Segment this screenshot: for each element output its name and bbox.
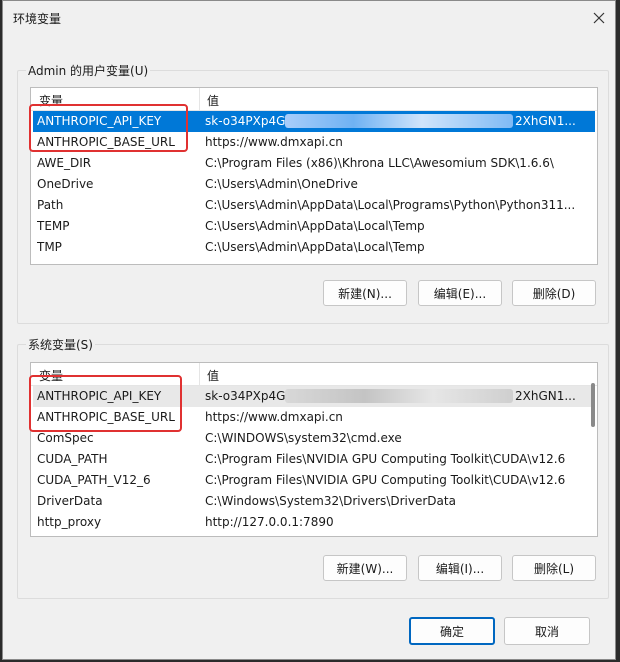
close-icon — [593, 12, 605, 24]
variable-name-cell: OneDrive — [37, 177, 94, 191]
variable-name-cell: CUDA_PATH — [37, 452, 108, 466]
user-new-button[interactable]: 新建(N)... — [323, 280, 407, 306]
variable-value-cell: C:\Users\Admin\AppData\Local\Programs\Py… — [205, 198, 575, 212]
variable-value-cell: C:\Program Files (x86)\Khrona LLC\Awesom… — [205, 156, 554, 170]
system-variables-group: 系统变量(S) 变量 值 ANTHROPIC_API_KEY sk-o34PXp4… — [17, 336, 609, 599]
variable-name-cell: ANTHROPIC_BASE_URL — [37, 135, 175, 149]
variable-value-cell: C:\Users\Admin\OneDrive — [205, 177, 358, 191]
column-divider — [199, 363, 200, 386]
table-row[interactable]: CUDA_PATH_V12_6 C:\Program Files\NVIDIA G… — [31, 470, 597, 491]
table-row[interactable]: TEMP C:\Users\Admin\AppData\Local\Temp — [31, 216, 597, 237]
variable-name-cell: http_proxy — [37, 515, 102, 529]
variable-value-cell: C:\Program Files\NVIDIA GPU Computing To… — [205, 452, 566, 466]
table-row[interactable]: ANTHROPIC_API_KEY sk-o34PXp4G 2XhGN1... — [31, 111, 597, 132]
table-row[interactable]: http_proxy http://127.0.0.1:7890 — [31, 512, 597, 533]
variable-name-cell: ComSpec — [37, 431, 94, 445]
system-edit-button[interactable]: 编辑(I)... — [418, 555, 502, 581]
variable-name-cell: ANTHROPIC_BASE_URL — [37, 410, 175, 424]
table-row[interactable]: Path C:\Users\Admin\AppData\Local\Program… — [31, 195, 597, 216]
variable-value-suffix: 2XhGN1... — [515, 389, 576, 403]
redacted-value-blur — [285, 389, 513, 403]
variable-value-cell: https://www.dmxapi.cn — [205, 410, 343, 424]
variable-value-cell: C:\Users\Admin\AppData\Local\Temp — [205, 240, 425, 254]
table-row[interactable]: ANTHROPIC_BASE_URL https://www.dmxapi.cn — [31, 407, 597, 428]
variable-value-cell: C:\Program Files\NVIDIA GPU Computing To… — [205, 473, 566, 487]
vertical-scrollbar[interactable] — [591, 383, 595, 427]
cancel-button[interactable]: 取消 — [504, 617, 590, 645]
user-edit-button[interactable]: 编辑(E)... — [418, 280, 502, 306]
system-new-button[interactable]: 新建(W)... — [323, 555, 407, 581]
table-row[interactable]: OneDrive C:\Users\Admin\OneDrive — [31, 174, 597, 195]
variable-name-cell: TEMP — [37, 219, 70, 233]
system-variables-legend: 系统变量(S) — [26, 336, 95, 353]
variable-name-cell: AWE_DIR — [37, 156, 92, 170]
column-variable[interactable]: 变量 — [39, 367, 63, 384]
column-value[interactable]: 值 — [207, 92, 219, 109]
column-divider — [199, 88, 200, 111]
table-row[interactable]: DriverData C:\Windows\System32\Drivers\Dr… — [31, 491, 597, 512]
system-variables-list[interactable]: 变量 值 ANTHROPIC_API_KEY sk-o34PXp4G 2XhGN1.… — [30, 362, 598, 537]
variable-value-cell: C:\Users\Admin\AppData\Local\Temp — [205, 219, 425, 233]
table-row[interactable]: ComSpec C:\WINDOWS\system32\cmd.exe — [31, 428, 597, 449]
list-header: 变量 值 — [31, 363, 597, 386]
variable-value-cell: C:\WINDOWS\system32\cmd.exe — [205, 431, 402, 445]
environment-variables-dialog: 环境变量 Admin 的用户变量(U) 变量 值 ANTHROPIC_API_K… — [2, 0, 616, 660]
table-row[interactable]: ANTHROPIC_BASE_URL https://www.dmxapi.cn — [31, 132, 597, 153]
table-row[interactable]: AWE_DIR C:\Program Files (x86)\Khrona LLC… — [31, 153, 597, 174]
user-variables-legend: Admin 的用户变量(U) — [26, 62, 151, 79]
variable-name-cell: DriverData — [37, 494, 103, 508]
variable-value-suffix: 2XhGN1... — [515, 114, 576, 128]
table-row[interactable]: CUDA_PATH C:\Program Files\NVIDIA GPU Com… — [31, 449, 597, 470]
table-row[interactable]: ANTHROPIC_API_KEY sk-o34PXp4G 2XhGN1... — [31, 386, 597, 407]
table-row[interactable]: TMP C:\Users\Admin\AppData\Local\Temp — [31, 237, 597, 258]
variable-name-cell: Path — [37, 198, 64, 212]
user-variables-list[interactable]: 变量 值 ANTHROPIC_API_KEY sk-o34PXp4G 2XhGN1.… — [30, 87, 598, 265]
variable-value-prefix: sk-o34PXp4G — [205, 114, 286, 128]
title-bar: 环境变量 — [3, 1, 615, 35]
variable-name-cell: ANTHROPIC_API_KEY — [37, 114, 162, 128]
user-delete-button[interactable]: 删除(D) — [512, 280, 596, 306]
system-delete-button[interactable]: 删除(L) — [512, 555, 596, 581]
dialog-title: 环境变量 — [13, 12, 62, 26]
redacted-value-blur — [285, 114, 513, 128]
close-button[interactable] — [587, 7, 611, 29]
ok-button[interactable]: 确定 — [409, 617, 495, 645]
variable-value-cell: http://127.0.0.1:7890 — [205, 515, 334, 529]
column-variable[interactable]: 变量 — [39, 92, 63, 109]
list-header: 变量 值 — [31, 88, 597, 111]
variable-name-cell: ANTHROPIC_API_KEY — [37, 389, 162, 403]
variable-name-cell: TMP — [37, 240, 62, 254]
variable-value-cell: https://www.dmxapi.cn — [205, 135, 343, 149]
variable-value-cell: C:\Windows\System32\Drivers\DriverData — [205, 494, 456, 508]
variable-name-cell: CUDA_PATH_V12_6 — [37, 473, 151, 487]
column-value[interactable]: 值 — [207, 367, 219, 384]
user-variables-group: Admin 的用户变量(U) 变量 值 ANTHROPIC_API_KEY sk-… — [17, 62, 609, 324]
variable-value-prefix: sk-o34PXp4G — [205, 389, 286, 403]
